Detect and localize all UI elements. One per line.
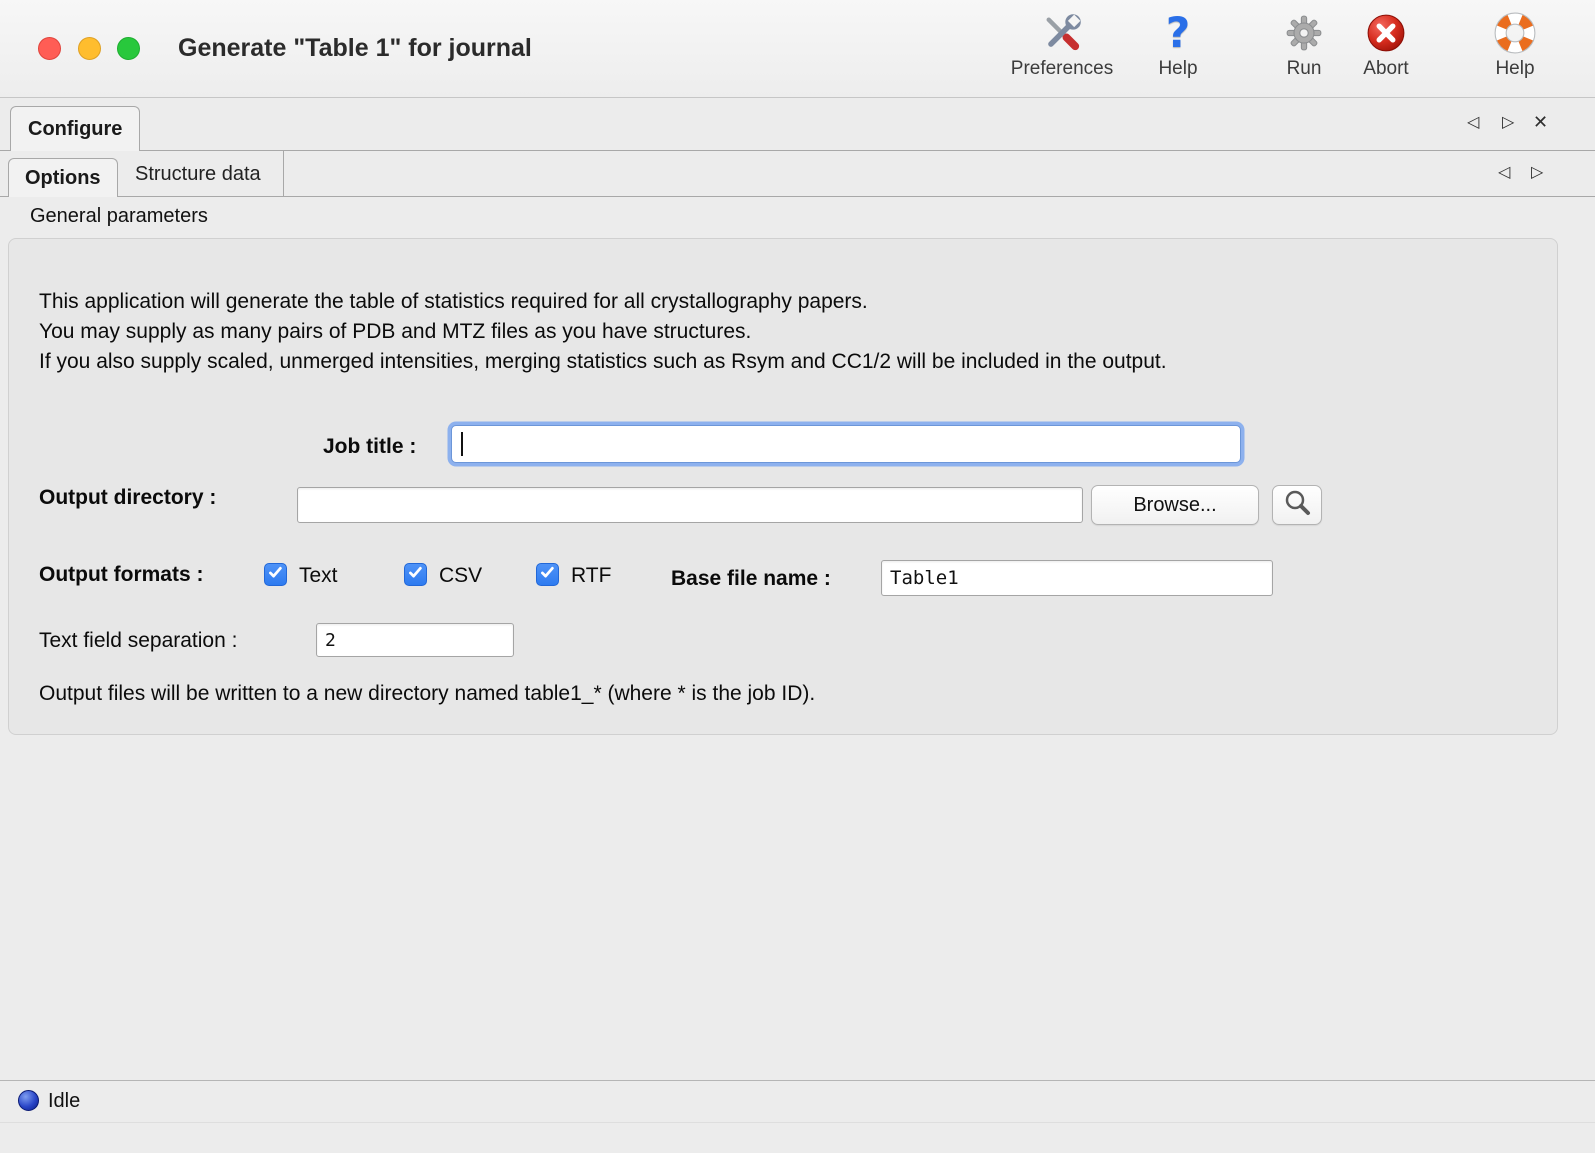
general-parameters-panel: This application will generate the table… xyxy=(8,238,1558,735)
help-lifering-label: Help xyxy=(1495,58,1534,80)
minimize-window-icon[interactable] xyxy=(78,37,101,60)
configure-tab-bar: Configure ◁ ▷ ✕ xyxy=(0,98,1595,151)
preferences-tools-icon xyxy=(1041,10,1083,56)
text-format-checkbox[interactable] xyxy=(264,563,287,586)
preferences-label: Preferences xyxy=(1011,58,1113,80)
job-title-input[interactable] xyxy=(451,425,1241,463)
check-icon xyxy=(539,564,556,586)
base-file-name-label: Base file name : xyxy=(671,567,831,591)
section-label-general-parameters: General parameters xyxy=(30,205,208,228)
tab-options[interactable]: Options xyxy=(8,158,118,197)
close-window-icon[interactable] xyxy=(38,37,61,60)
description-text: This application will generate the table… xyxy=(39,287,1167,377)
run-label: Run xyxy=(1287,58,1322,80)
abort-icon xyxy=(1366,10,1406,56)
text-field-separation-label: Text field separation : xyxy=(39,629,237,653)
text-caret xyxy=(461,432,463,456)
output-formats-label: Output formats : xyxy=(39,563,203,587)
preferences-button[interactable]: Preferences xyxy=(1002,10,1122,92)
text-format-label: Text xyxy=(299,564,338,588)
check-icon xyxy=(267,564,284,586)
abort-button[interactable]: Abort xyxy=(1346,10,1426,92)
status-indicator-icon xyxy=(18,1090,39,1111)
help-label: Help xyxy=(1158,58,1197,80)
help-lifering-icon xyxy=(1494,10,1536,56)
help-lifering-button[interactable]: Help xyxy=(1475,10,1555,92)
title-bar: Generate "Table 1" for journal Preferenc… xyxy=(0,0,1595,98)
tab-configure[interactable]: Configure xyxy=(10,106,140,151)
directory-search-button[interactable] xyxy=(1272,485,1322,525)
tab-structure-data[interactable]: Structure data xyxy=(113,151,284,197)
csv-format-checkbox[interactable] xyxy=(404,563,427,586)
tab-structure-data-label: Structure data xyxy=(135,163,261,186)
zoom-window-icon[interactable] xyxy=(117,37,140,60)
tab-close-icon[interactable]: ✕ xyxy=(1533,112,1548,132)
job-title-label: Job title : xyxy=(323,435,416,459)
browse-button[interactable]: Browse... xyxy=(1091,485,1259,525)
browse-button-label: Browse... xyxy=(1133,494,1216,517)
description-line-3: If you also supply scaled, unmerged inte… xyxy=(39,347,1167,377)
text-field-separation-input[interactable] xyxy=(316,623,514,657)
rtf-format-checkbox[interactable] xyxy=(536,563,559,586)
status-text: Idle xyxy=(48,1089,80,1113)
app-window: Generate "Table 1" for journal Preferenc… xyxy=(0,0,1595,1153)
tab-configure-label: Configure xyxy=(28,118,122,141)
output-directory-input[interactable] xyxy=(297,487,1083,523)
subtab-bar: Options Structure data ◁ ▷ xyxy=(0,151,1595,197)
window-title: Generate "Table 1" for journal xyxy=(178,0,532,97)
tab-scroll-left-icon[interactable]: ◁ xyxy=(1467,113,1479,133)
subtab-scroll-left-icon[interactable]: ◁ xyxy=(1498,163,1510,183)
status-bar-divider xyxy=(0,1122,1595,1123)
magnifier-icon xyxy=(1282,487,1312,523)
output-directory-label: Output directory : xyxy=(39,486,216,510)
job-title-field-wrap xyxy=(451,425,1241,463)
run-button[interactable]: Run xyxy=(1269,10,1339,92)
help-question-icon: ? xyxy=(1166,10,1190,56)
run-gear-icon xyxy=(1284,10,1324,56)
check-icon xyxy=(407,564,424,586)
subtab-scroll-right-icon[interactable]: ▷ xyxy=(1531,163,1543,183)
description-line-1: This application will generate the table… xyxy=(39,287,1167,317)
csv-format-label: CSV xyxy=(439,564,482,588)
base-file-name-input[interactable] xyxy=(881,560,1273,596)
status-bar: Idle xyxy=(0,1080,1595,1153)
description-line-2: You may supply as many pairs of PDB and … xyxy=(39,317,1167,347)
output-note-text: Output files will be written to a new di… xyxy=(39,682,815,706)
tab-options-label: Options xyxy=(25,167,101,190)
tab-scroll-right-icon[interactable]: ▷ xyxy=(1502,113,1514,133)
help-button[interactable]: ? Help xyxy=(1143,10,1213,92)
rtf-format-label: RTF xyxy=(571,564,611,588)
abort-label: Abort xyxy=(1363,58,1408,80)
